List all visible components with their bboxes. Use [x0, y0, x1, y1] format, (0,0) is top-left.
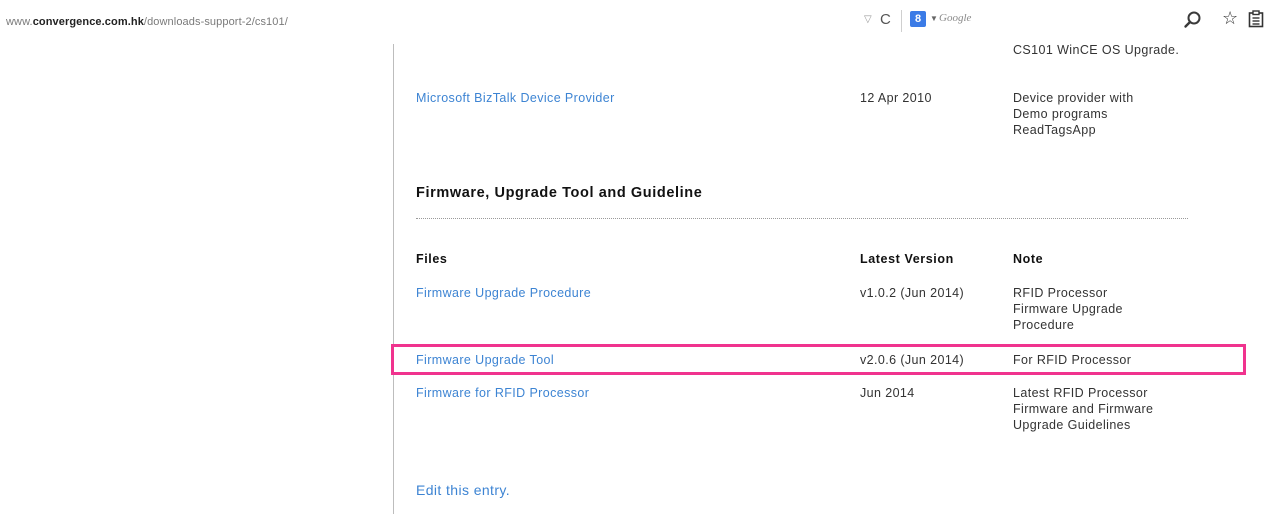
note-line: RFID Processor — [1013, 286, 1108, 300]
note-line: Firmware and Firmware — [1013, 402, 1154, 416]
firmware-upgrade-tool-link[interactable]: Firmware Upgrade Tool — [416, 352, 554, 368]
content-left-border — [393, 44, 394, 514]
table-row-note: For RFID Processor — [1013, 352, 1131, 368]
url-path: /downloads-support-2/cs101/ — [143, 16, 288, 28]
search-placeholder: Google — [939, 12, 972, 24]
table-row-note: RFID Processor Firmware Upgrade Procedur… — [1013, 285, 1123, 333]
top-row-note: CS101 WinCE OS Upgrade. — [1013, 43, 1180, 57]
note-line: Procedure — [1013, 318, 1075, 332]
firmware-upgrade-procedure-link[interactable]: Firmware Upgrade Procedure — [416, 285, 591, 301]
search-input[interactable]: 8 ▼ Google — [907, 8, 1097, 32]
note-line: Latest RFID Processor — [1013, 386, 1148, 400]
chevron-down-icon[interactable]: ▼ — [930, 14, 938, 23]
magnifier-icon[interactable] — [1183, 10, 1203, 30]
biztalk-note-line: Device provider with — [1013, 91, 1134, 105]
clipboard-icon[interactable] — [1247, 10, 1265, 28]
bookmark-star-icon[interactable]: ☆ — [1222, 8, 1238, 29]
column-header-version: Latest Version — [860, 252, 954, 266]
biztalk-note-line: ReadTagsApp — [1013, 123, 1096, 137]
biztalk-version: 12 Apr 2010 — [860, 91, 932, 105]
note-line: Upgrade Guidelines — [1013, 418, 1131, 432]
section-divider — [416, 218, 1188, 219]
url-domain: convergence.com.hk — [32, 16, 144, 28]
toolbar-divider — [901, 10, 902, 32]
table-row-note: Latest RFID Processor Firmware and Firmw… — [1013, 385, 1153, 433]
biztalk-download-link[interactable]: Microsoft BizTalk Device Provider — [416, 90, 615, 106]
table-row-version: v1.0.2 (Jun 2014) — [860, 286, 965, 300]
table-row-version: Jun 2014 — [860, 386, 915, 400]
column-header-files: Files — [416, 252, 448, 266]
url-field[interactable]: www.convergence.com.hk/downloads-support… — [6, 16, 288, 28]
reload-icon[interactable]: C — [880, 11, 891, 28]
browser-toolbar: www.convergence.com.hk/downloads-support… — [0, 0, 1273, 44]
biztalk-note-line: Demo programs — [1013, 107, 1108, 121]
biztalk-note: Device provider with Demo programs ReadT… — [1013, 90, 1134, 138]
table-row-version: v2.0.6 (Jun 2014) — [860, 353, 965, 367]
dropmarker-icon[interactable]: ▽ — [864, 14, 872, 25]
section-title: Firmware, Upgrade Tool and Guideline — [416, 185, 703, 201]
url-prefix: www. — [6, 16, 33, 28]
edit-entry-link[interactable]: Edit this entry. — [416, 482, 510, 498]
note-line: For RFID Processor — [1013, 353, 1132, 367]
note-line: Firmware Upgrade — [1013, 302, 1123, 316]
column-header-note: Note — [1013, 252, 1044, 266]
firmware-rfid-processor-link[interactable]: Firmware for RFID Processor — [416, 385, 589, 401]
google-search-icon[interactable]: 8 — [910, 11, 926, 27]
